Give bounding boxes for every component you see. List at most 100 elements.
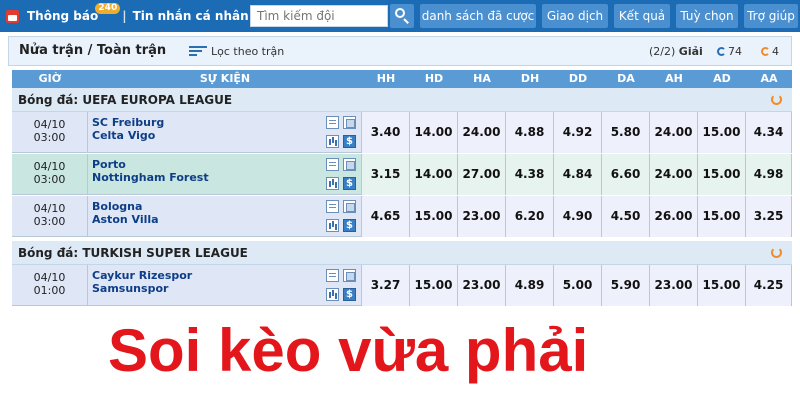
odds-cell[interactable]: 14.00 xyxy=(410,154,458,195)
table-row: 04/10 03:00 Porto Nottingham Forest $ 3.… xyxy=(12,154,792,195)
odds-cell[interactable]: 14.00 xyxy=(410,112,458,153)
count-a[interactable]: 74 xyxy=(717,45,742,58)
away-team[interactable]: Celta Vigo xyxy=(92,129,361,142)
search-icon xyxy=(395,8,405,18)
bar-chart-icon[interactable] xyxy=(326,177,339,190)
odds-cell[interactable]: 15.00 xyxy=(410,196,458,237)
odds-cell[interactable]: 23.00 xyxy=(650,265,698,306)
separator: | xyxy=(122,9,127,23)
odds-cell[interactable]: 4.65 xyxy=(362,196,410,237)
home-team[interactable]: SC Freiburg xyxy=(92,116,361,129)
match-event: Caykur Rizespor Samsunspor xyxy=(88,265,362,306)
refresh-icon[interactable] xyxy=(771,247,782,258)
odds-cell[interactable]: 26.00 xyxy=(650,196,698,237)
match-tools: $ xyxy=(326,200,360,234)
home-team[interactable]: Caykur Rizespor xyxy=(92,269,361,282)
dollar-icon[interactable]: $ xyxy=(343,135,356,148)
odds-cell[interactable]: 3.25 xyxy=(746,196,792,237)
nav-options-button[interactable]: Tuỳ chọn xyxy=(676,4,738,28)
odds-cell[interactable]: 4.89 xyxy=(506,265,554,306)
odds-cell[interactable]: 15.00 xyxy=(698,112,746,153)
col-dd: DD xyxy=(568,72,588,85)
odds-cell[interactable]: 4.92 xyxy=(554,112,602,153)
col-da: DA xyxy=(617,72,635,85)
odds-cell[interactable]: 24.00 xyxy=(458,112,506,153)
search-button[interactable] xyxy=(390,4,414,28)
live-tv-icon[interactable] xyxy=(343,200,356,213)
odds-cell[interactable]: 23.00 xyxy=(458,196,506,237)
league-name: Bóng đá: UEFA EUROPA LEAGUE xyxy=(18,93,233,107)
match-time: 04/10 03:00 xyxy=(12,112,88,153)
odds-cell[interactable]: 15.00 xyxy=(698,196,746,237)
odds-cell[interactable]: 4.25 xyxy=(746,265,792,306)
odds-cell[interactable]: 3.40 xyxy=(362,112,410,153)
live-tv-icon[interactable] xyxy=(343,116,356,129)
notifications-link[interactable]: Thông báo 240 xyxy=(27,3,121,23)
calendar-icon xyxy=(6,9,19,23)
odds-cell[interactable]: 15.00 xyxy=(698,265,746,306)
match-event: Porto Nottingham Forest xyxy=(88,154,362,195)
odds-cell[interactable]: 6.60 xyxy=(602,154,650,195)
odds-cell[interactable]: 15.00 xyxy=(698,154,746,195)
match-tools: $ xyxy=(326,116,360,150)
private-messages-link[interactable]: Tin nhắn cá nhân xyxy=(133,9,249,23)
match-event: SC Freiburg Celta Vigo xyxy=(88,112,362,153)
odds-cell[interactable]: 5.80 xyxy=(602,112,650,153)
odds-cell[interactable]: 5.90 xyxy=(602,265,650,306)
nav-bet-list-button[interactable]: danh sách đã cược xyxy=(420,4,536,28)
refresh-icon[interactable] xyxy=(771,94,782,105)
stats-sheet-icon[interactable] xyxy=(326,269,339,282)
away-team[interactable]: Samsunspor xyxy=(92,282,361,295)
bar-chart-icon[interactable] xyxy=(326,219,339,232)
caption-banner: Soi kèo vừa phải xyxy=(0,308,800,400)
filter-by-match-link[interactable]: Lọc theo trận xyxy=(211,45,284,58)
col-ad: AD xyxy=(713,72,731,85)
dollar-icon[interactable]: $ xyxy=(343,219,356,232)
home-team[interactable]: Porto xyxy=(92,158,361,171)
odds-cell[interactable]: 3.15 xyxy=(362,154,410,195)
odds-cell[interactable]: 15.00 xyxy=(410,265,458,306)
odds-cell[interactable]: 3.27 xyxy=(362,265,410,306)
filter-icon[interactable] xyxy=(189,46,207,58)
dollar-icon[interactable]: $ xyxy=(343,288,356,301)
col-time: GIỜ xyxy=(38,72,62,85)
odds-cell[interactable]: 24.00 xyxy=(650,154,698,195)
odds-cell[interactable]: 6.20 xyxy=(506,196,554,237)
live-tv-icon[interactable] xyxy=(343,158,356,171)
odds-cell[interactable]: 4.50 xyxy=(602,196,650,237)
stats-sheet-icon[interactable] xyxy=(326,158,339,171)
odds-cell[interactable]: 5.00 xyxy=(554,265,602,306)
nav-results-button[interactable]: Kết quả xyxy=(614,4,670,28)
away-team[interactable]: Aston Villa xyxy=(92,213,361,226)
table-row: 04/10 03:00 SC Freiburg Celta Vigo $ 3.4… xyxy=(12,112,792,153)
dollar-icon[interactable]: $ xyxy=(343,177,356,190)
odds-cell[interactable]: 24.00 xyxy=(650,112,698,153)
odds-cell[interactable]: 4.90 xyxy=(554,196,602,237)
page-title: Nửa trận / Toàn trận xyxy=(19,43,167,58)
odds-cell[interactable]: 27.00 xyxy=(458,154,506,195)
odds-cell[interactable]: 4.38 xyxy=(506,154,554,195)
search-team-input[interactable] xyxy=(250,5,388,27)
col-ah: AH xyxy=(665,72,683,85)
table-row: 04/10 01:00 Caykur Rizespor Samsunspor $… xyxy=(12,265,792,306)
refresh-icon xyxy=(717,47,726,56)
odds-cell[interactable]: 23.00 xyxy=(458,265,506,306)
odds-cell[interactable]: 4.98 xyxy=(746,154,792,195)
count-b[interactable]: 4 xyxy=(761,45,779,58)
odds-cell[interactable]: 4.34 xyxy=(746,112,792,153)
col-aa: AA xyxy=(760,72,778,85)
bar-chart-icon[interactable] xyxy=(326,288,339,301)
away-team[interactable]: Nottingham Forest xyxy=(92,171,361,184)
league-row: Bóng đá: TURKISH SUPER LEAGUE xyxy=(12,241,792,265)
home-team[interactable]: Bologna xyxy=(92,200,361,213)
match-time: 04/10 03:00 xyxy=(12,154,88,195)
odds-cell[interactable]: 4.88 xyxy=(506,112,554,153)
stats-sheet-icon[interactable] xyxy=(326,116,339,129)
nav-transactions-button[interactable]: Giao dịch xyxy=(542,4,608,28)
stats-sheet-icon[interactable] xyxy=(326,200,339,213)
live-tv-icon[interactable] xyxy=(343,269,356,282)
odds-cell[interactable]: 4.84 xyxy=(554,154,602,195)
bar-chart-icon[interactable] xyxy=(326,135,339,148)
notifications-badge: 240 xyxy=(95,3,121,14)
nav-help-button[interactable]: Trợ giúp xyxy=(744,4,798,28)
